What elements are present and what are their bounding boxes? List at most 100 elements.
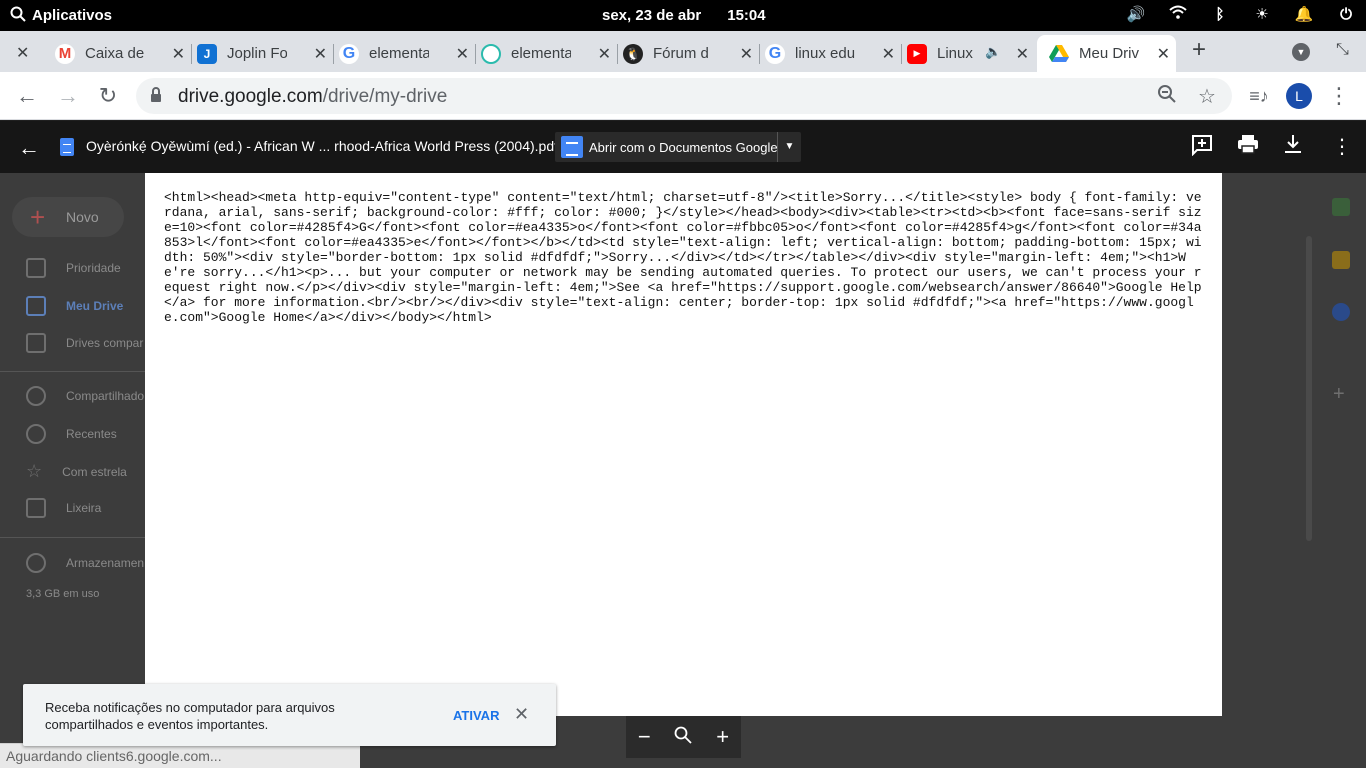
close-icon[interactable]: ✕ — [1016, 44, 1029, 64]
system-top-bar: Aplicativos sex, 23 de abr 15:04 🔊 ᛒ ☀ 🔔… — [0, 0, 1366, 31]
sidebar-item-trash[interactable]: Lixeira — [26, 498, 101, 518]
tab-search-icon[interactable]: ▼ — [1292, 43, 1310, 61]
applications-menu[interactable]: Aplicativos — [10, 6, 112, 26]
calendar-addon-icon[interactable] — [1332, 198, 1350, 216]
close-tab-icon[interactable]: ✕ — [16, 43, 29, 63]
storage-used-text: 3,3 GB em uso — [26, 588, 100, 600]
keep-addon-icon[interactable] — [1332, 251, 1350, 269]
tab-google-drive[interactable]: Meu Driv ✕ — [1037, 35, 1176, 72]
sidebar-item-my-drive[interactable]: Meu Drive — [26, 296, 123, 316]
power-icon[interactable]: ⏻ — [1336, 4, 1356, 26]
forward-arrow-icon[interactable]: → — [54, 82, 82, 110]
profile-avatar[interactable]: L — [1286, 83, 1312, 109]
address-bar[interactable]: drive.google.com/drive/my-drive ☆ — [136, 78, 1232, 114]
add-comment-icon[interactable] — [1191, 134, 1213, 162]
tab-title: linux edu — [795, 45, 855, 62]
bookmark-star-icon[interactable]: ☆ — [1198, 84, 1216, 109]
plus-icon: + — [30, 202, 46, 232]
joplin-icon: J — [197, 43, 217, 64]
tab-youtube[interactable]: ▶ Linux 🔈 ✕ — [907, 35, 1035, 72]
audio-playing-icon[interactable]: 🔈 — [985, 44, 1001, 60]
drive-right-panel: + — [1222, 121, 1366, 768]
zoom-icon[interactable] — [1157, 84, 1177, 110]
search-icon — [10, 6, 26, 26]
open-with-button[interactable]: Abrir com o Documentos Google ▼ — [555, 132, 801, 162]
tasks-addon-icon[interactable] — [1332, 303, 1350, 321]
zoom-out-icon[interactable]: − — [638, 724, 651, 750]
print-icon[interactable] — [1237, 134, 1259, 160]
reload-icon[interactable]: ↻ — [94, 82, 122, 110]
document-text: <html><head><meta http-equiv="content-ty… — [164, 190, 1202, 325]
close-icon[interactable]: ✕ — [1157, 44, 1170, 64]
doc-file-icon — [60, 138, 74, 156]
people-icon — [26, 386, 46, 406]
tab-title: Caixa de — [85, 45, 145, 62]
more-options-icon[interactable]: ⋮ — [1332, 134, 1352, 159]
zoom-controls: − + — [626, 716, 741, 758]
wifi-icon[interactable] — [1168, 4, 1188, 26]
tux-icon: 🐧 — [623, 43, 643, 64]
tab-title: elementa — [369, 45, 429, 62]
sidebar-item-label: Prioridade — [66, 261, 121, 275]
sidebar-item-label: Drives compar — [66, 336, 144, 350]
url-domain: drive.google.com — [178, 86, 323, 107]
tab-google-search-1[interactable]: G elementa ✕ — [339, 35, 476, 72]
volume-icon[interactable]: 🔊 — [1126, 4, 1146, 26]
new-button[interactable]: + Novo — [12, 197, 124, 237]
tab-title: Linux — [937, 45, 973, 62]
status-bubble: Aguardando clients6.google.com... — [0, 743, 360, 768]
zoom-in-icon[interactable]: + — [716, 724, 729, 750]
tab-title: elementa — [511, 45, 571, 62]
close-icon[interactable]: ✕ — [598, 44, 611, 64]
toast-message: Receba notificações no computador para a… — [45, 700, 335, 732]
media-control-icon[interactable]: ≡♪ — [1245, 82, 1273, 110]
close-icon[interactable]: ✕ — [740, 44, 753, 64]
close-icon[interactable]: ✕ — [456, 44, 469, 64]
tab-title: Joplin Fo — [227, 45, 287, 62]
download-icon[interactable] — [1283, 134, 1303, 160]
url-path: /drive/my-drive — [322, 86, 448, 107]
close-icon[interactable]: ✕ — [514, 704, 529, 725]
restore-window-icon[interactable]: ⤡ — [1336, 41, 1349, 59]
close-icon[interactable]: ✕ — [314, 44, 327, 64]
shared-drive-icon — [26, 333, 46, 353]
clock[interactable]: sex, 23 de abr 15:04 — [602, 7, 766, 24]
activate-button[interactable]: ATIVAR — [453, 708, 499, 723]
scrollbar[interactable] — [1306, 236, 1312, 541]
add-addon-icon[interactable]: + — [1333, 383, 1345, 406]
viewer-header: ← Oyèrónkẹ́ Oyěwùmí (ed.) - African W ..… — [0, 121, 1366, 173]
elementary-icon — [481, 43, 501, 64]
more-menu-icon[interactable]: ⋮ — [1325, 82, 1353, 110]
brightness-icon[interactable]: ☀ — [1252, 4, 1272, 26]
drive-sidebar: + Novo Prioridade Meu Drive Drives compa… — [0, 121, 145, 768]
close-icon[interactable]: ✕ — [172, 44, 185, 64]
sidebar-item-storage[interactable]: Armazenamen — [26, 553, 144, 573]
chevron-down-icon[interactable]: ▼ — [777, 132, 801, 162]
clock-icon — [26, 424, 46, 444]
back-arrow-icon[interactable]: ← — [18, 135, 40, 161]
sidebar-item-recent[interactable]: Recentes — [26, 424, 117, 444]
gmail-icon: M — [55, 43, 75, 64]
sidebar-item-starred[interactable]: ☆ Com estrela — [26, 461, 127, 482]
tab-forum[interactable]: 🐧 Fórum d ✕ — [623, 35, 760, 72]
back-arrow-icon[interactable]: ← — [13, 82, 41, 110]
tab-elementary[interactable]: elementa ✕ — [481, 35, 618, 72]
tab-google-search-2[interactable]: G linux edu ✕ — [765, 35, 902, 72]
zoom-reset-icon[interactable] — [674, 724, 693, 750]
tab-joplin[interactable]: J Joplin Fo ✕ — [197, 35, 334, 72]
sidebar-item-priority[interactable]: Prioridade — [26, 258, 121, 278]
sidebar-item-shared[interactable]: Compartilhado — [26, 386, 144, 406]
sidebar-item-label: Lixeira — [66, 501, 102, 515]
notification-toast: Receba notificações no computador para a… — [23, 684, 556, 746]
tab-gmail[interactable]: M Caixa de ✕ — [55, 35, 192, 72]
url-text[interactable]: drive.google.com/drive/my-drive — [178, 86, 447, 108]
notification-bell-icon[interactable]: 🔔 — [1294, 4, 1314, 26]
system-tray[interactable]: 🔊 ᛒ ☀ 🔔 ⏻ — [1126, 4, 1356, 26]
bluetooth-icon[interactable]: ᛒ — [1210, 4, 1230, 26]
lock-icon[interactable] — [150, 87, 162, 103]
close-icon[interactable]: ✕ — [882, 44, 895, 64]
new-tab-icon[interactable]: + — [1192, 36, 1206, 64]
star-icon: ☆ — [26, 461, 43, 481]
document-page: <html><head><meta http-equiv="content-ty… — [145, 173, 1222, 716]
sidebar-item-shared-drives[interactable]: Drives compar — [26, 333, 143, 353]
